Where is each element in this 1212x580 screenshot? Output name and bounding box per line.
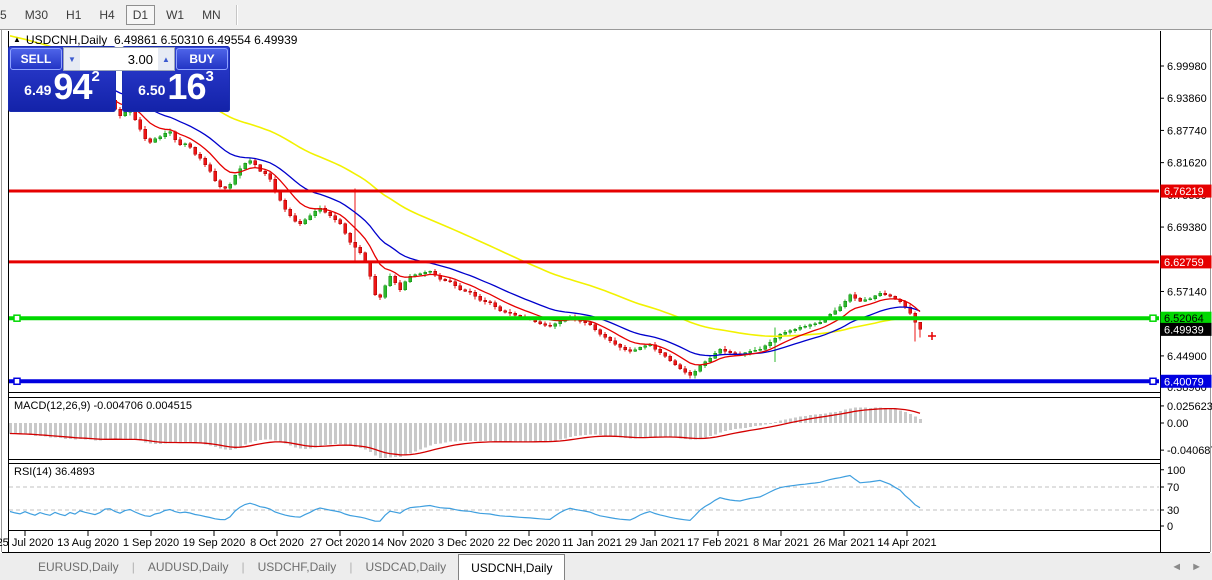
svg-text:6.69380: 6.69380 — [1167, 222, 1207, 234]
macd-histogram — [9, 407, 922, 458]
timeframe-toolbar: 5 M30 H1 H4 D1 W1 MN — [0, 0, 1212, 30]
svg-text:8 Mar 2021: 8 Mar 2021 — [753, 537, 809, 549]
support-line-blue-price-label: 6.40079 — [1160, 374, 1212, 388]
rsi-indicator-label: RSI(14) 36.4893 — [14, 466, 99, 478]
volume-increase-button[interactable]: ▲ — [158, 48, 174, 70]
timeframe-button-h4[interactable]: H4 — [92, 5, 121, 25]
ohlc-quote: 6.49861 6.50310 6.49554 6.49939 — [113, 33, 298, 47]
svg-text:14 Apr 2021: 14 Apr 2021 — [877, 537, 936, 549]
tab-usdcad[interactable]: USDCAD,Daily — [353, 553, 458, 580]
support-line-blue-handle[interactable] — [1149, 377, 1157, 386]
svg-text:3 Dec 2020: 3 Dec 2020 — [438, 537, 494, 549]
tab-audusd[interactable]: AUDUSD,Daily — [136, 553, 241, 580]
date-axis[interactable]: 25 Jul 2020 13 Aug 2020 1 Sep 2020 19 Sep 2… — [0, 531, 937, 549]
timeframe-button-mn[interactable]: MN — [195, 5, 228, 25]
sell-arrow-marker — [928, 332, 936, 340]
svg-text:14 Nov 2020: 14 Nov 2020 — [372, 537, 434, 549]
tab-eurusd[interactable]: EURUSD,Daily — [26, 553, 131, 580]
svg-text:6.44900: 6.44900 — [1167, 351, 1207, 363]
svg-text:70: 70 — [1167, 482, 1179, 494]
macd-indicator-label: MACD(12,26,9) -0.004706 0.004515 — [14, 400, 196, 412]
svg-text:13 Aug 2020: 13 Aug 2020 — [57, 537, 119, 549]
rsi-line — [9, 474, 921, 522]
buy-price-big: 16 — [167, 66, 206, 107]
svg-text:0.00: 0.00 — [1167, 418, 1188, 430]
svg-text:22 Dec 2020: 22 Dec 2020 — [498, 537, 560, 549]
svg-text:6.57140: 6.57140 — [1167, 286, 1207, 298]
tab-usdchf[interactable]: USDCHF,Daily — [246, 553, 349, 580]
symbol-label: USDCNH,Daily — [25, 33, 108, 47]
svg-text:6.81620: 6.81620 — [1167, 158, 1207, 170]
svg-text:6.87740: 6.87740 — [1167, 125, 1207, 137]
chart-tabbar: EURUSD,Daily | AUDUSD,Daily | USDCHF,Daily | U… — [0, 553, 1212, 580]
volume-spinner: ▼ ▲ — [63, 47, 175, 71]
svg-text:8 Oct 2020: 8 Oct 2020 — [250, 537, 304, 549]
buy-price-display: 6.50163 — [122, 66, 230, 108]
timeframe-button-w1[interactable]: W1 — [159, 5, 191, 25]
timeframe-button-d1[interactable]: D1 — [125, 4, 156, 25]
collapse-icon[interactable]: ▲ — [13, 35, 21, 44]
svg-text:19 Sep 2020: 19 Sep 2020 — [183, 537, 245, 549]
timeframe-button-m30[interactable]: M30 — [18, 5, 55, 25]
support-line-green-handle[interactable] — [1149, 314, 1157, 322]
svg-text:11 Jan 2021: 11 Jan 2021 — [562, 537, 622, 549]
timeframe-button-5[interactable]: 5 — [0, 5, 14, 25]
svg-text:6.62759: 6.62759 — [1164, 257, 1204, 269]
sell-price-display: 6.49942 — [8, 66, 116, 108]
sell-price-small: 6.49 — [24, 82, 52, 98]
svg-text:6.99980: 6.99980 — [1167, 61, 1207, 73]
svg-text:29 Jan 2021: 29 Jan 2021 — [625, 537, 686, 549]
nav-right-arrow[interactable]: ► — [1191, 561, 1202, 573]
svg-text:6.76219: 6.76219 — [1164, 186, 1204, 198]
buy-price-small: 6.50 — [138, 82, 166, 98]
tab-usdcnh[interactable]: USDCNH,Daily — [458, 554, 566, 580]
chart-window: 6.999806.938606.877406.816206.755006.693… — [0, 30, 1212, 580]
support-line-blue-handle[interactable] — [13, 377, 21, 386]
svg-text:30: 30 — [1167, 505, 1179, 517]
volume-decrease-button[interactable]: ▼ — [64, 48, 80, 70]
svg-text:-0.040687: -0.040687 — [1167, 445, 1212, 457]
svg-text:27 Oct 2020: 27 Oct 2020 — [310, 537, 370, 549]
svg-text:6.40079: 6.40079 — [1164, 376, 1204, 388]
chart-canvas[interactable]: 6.999806.938606.877406.816206.755006.693… — [0, 30, 1212, 580]
svg-text:0: 0 — [1167, 521, 1173, 533]
one-click-trading-panel: SELL 6.49942 BUY 6.50163 ▼ ▲ — [8, 46, 230, 112]
sell-price-big: 94 — [53, 66, 92, 107]
timeframe-button-h1[interactable]: H1 — [59, 5, 88, 25]
rsi-axis[interactable]: 100 70 30 0 — [1160, 465, 1185, 533]
svg-text:17 Feb 2021: 17 Feb 2021 — [687, 537, 749, 549]
svg-text:6.49939: 6.49939 — [1164, 324, 1204, 336]
svg-text:25 Jul 2020: 25 Jul 2020 — [0, 537, 53, 549]
current-price-label: 6.49939 — [1160, 322, 1212, 336]
rsi-level-lines — [9, 486, 1159, 511]
buy-price-pip: 3 — [205, 68, 214, 85]
svg-text:1 Sep 2020: 1 Sep 2020 — [123, 537, 179, 549]
resistance-line-1-price-label: 6.76219 — [1160, 184, 1212, 198]
toolbar-separator — [235, 4, 238, 25]
support-line-green-handle[interactable] — [13, 314, 21, 322]
macd-axis[interactable]: 0.025623 0.00 -0.040687 — [1160, 401, 1212, 457]
price-axis[interactable]: 6.999806.938606.877406.816206.755006.693… — [1160, 61, 1207, 394]
chart-title: ▲ USDCNH,Daily 6.49861 6.50310 6.49554 6.… — [13, 33, 297, 47]
svg-text:6.93860: 6.93860 — [1167, 93, 1207, 105]
tab-scroll-arrows: ◄ ► — [1171, 553, 1212, 580]
volume-input[interactable] — [80, 48, 158, 70]
nav-left-arrow[interactable]: ◄ — [1171, 561, 1182, 573]
svg-text:26 Mar 2021: 26 Mar 2021 — [813, 537, 875, 549]
svg-text:0.025623: 0.025623 — [1167, 401, 1212, 413]
svg-text:100: 100 — [1167, 465, 1185, 477]
resistance-line-2-price-label: 6.62759 — [1160, 255, 1212, 269]
